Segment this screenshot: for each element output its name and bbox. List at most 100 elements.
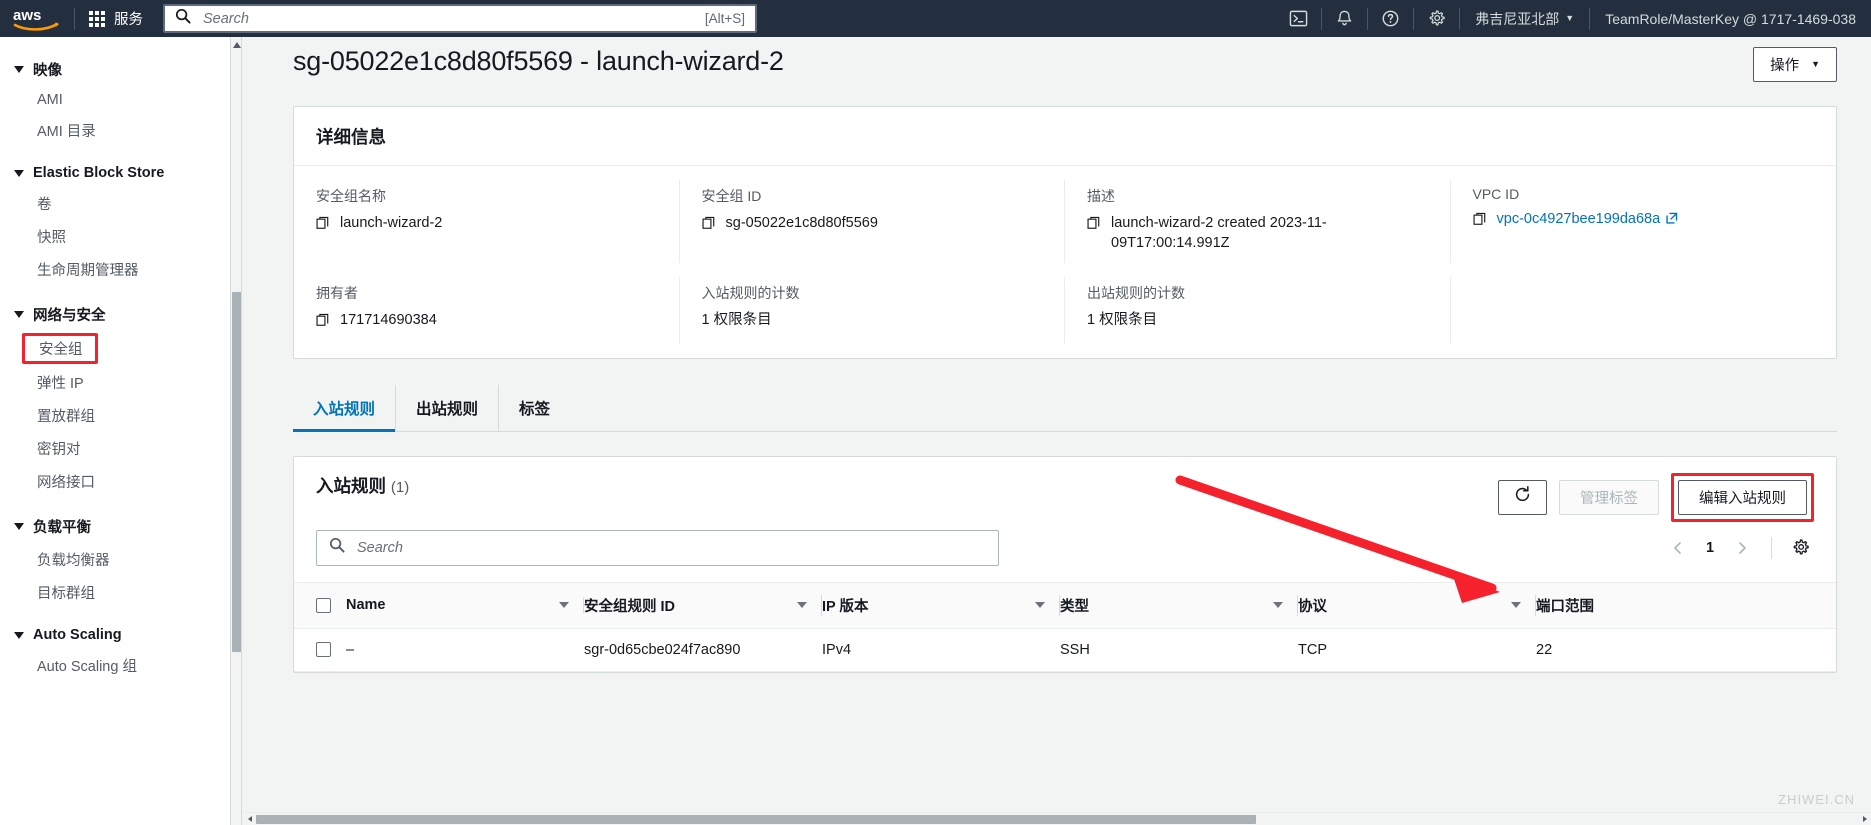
detail-field-security-group-name: 安全组名称 launch-wizard-2	[294, 180, 680, 264]
detail-value: 171714690384	[340, 312, 437, 329]
detail-value-wrapper: 1 权限条目	[1087, 311, 1428, 331]
detail-field-outbound-rules-count: 出站规则的计数 1 权限条目	[1065, 277, 1451, 344]
sidebar-item-elastic-ips[interactable]: 弹性 IP	[0, 366, 230, 399]
search-shortcut-hint: [Alt+S]	[704, 11, 745, 26]
sort-descending-icon[interactable]	[1035, 602, 1045, 609]
settings-icon[interactable]	[1414, 0, 1459, 37]
column-label: IP 版本	[822, 598, 869, 615]
copy-icon[interactable]	[1472, 212, 1487, 233]
copy-icon[interactable]	[1087, 216, 1101, 237]
detail-field-security-group-id: 安全组 ID sg-05022e1c8d80f5569	[680, 180, 1065, 264]
sort-descending-icon[interactable]	[1273, 602, 1283, 609]
grid-icon	[89, 10, 105, 27]
refresh-button[interactable]	[1498, 479, 1547, 515]
top-navigation-bar: aws 服务 [Alt+S]	[0, 0, 1871, 37]
table-header-ip-version[interactable]: IP 版本	[822, 581, 1060, 629]
sidebar-item-auto-scaling-groups[interactable]: Auto Scaling 组	[0, 649, 230, 682]
sort-descending-icon[interactable]	[559, 602, 569, 609]
main-content: sg-05022e1c8d80f5569 - launch-wizard-2 操…	[243, 37, 1871, 825]
page-title: sg-05022e1c8d80f5569 - launch-wizard-2	[293, 46, 784, 76]
sidebar-scrollbar-thumb[interactable]	[232, 292, 241, 652]
rules-search-box[interactable]	[316, 529, 999, 566]
watermark: ZHIWEI.CN	[1778, 792, 1855, 807]
help-icon[interactable]	[1368, 0, 1413, 37]
chevron-down-icon: ▼	[1811, 59, 1820, 69]
select-all-checkbox[interactable]	[316, 597, 331, 613]
tab-outbound-rules[interactable]: 出站规则	[396, 384, 500, 431]
cell-type: SSH	[1060, 628, 1298, 672]
pagination: 1	[1663, 533, 1814, 563]
sidebar-group-load-balancing[interactable]: 负载平衡	[0, 510, 230, 543]
actions-button[interactable]: 操作 ▼	[1753, 47, 1837, 82]
sidebar-group-ebs[interactable]: Elastic Block Store	[0, 159, 230, 187]
aws-logo[interactable]: aws	[0, 0, 74, 37]
tab-inbound-rules[interactable]: 入站规则	[293, 384, 397, 432]
detail-label: 出站规则的计数	[1087, 285, 1185, 302]
cloudshell-icon[interactable]	[1276, 0, 1321, 37]
pagination-prev-button[interactable]	[1663, 533, 1693, 563]
sidebar-item-snapshots[interactable]: 快照	[0, 220, 230, 253]
sidebar-item-security-groups[interactable]: 安全组	[22, 333, 98, 364]
table-header-type[interactable]: 类型	[1060, 581, 1298, 629]
sidebar-group-label: Auto Scaling	[33, 627, 122, 643]
detail-value-vpc-link[interactable]: vpc-0c4927bee199da68a	[1497, 211, 1661, 227]
table-preferences-gear-icon[interactable]	[1786, 534, 1814, 562]
copy-icon[interactable]	[316, 313, 330, 334]
sidebar-group-images[interactable]: 映像	[0, 53, 230, 86]
details-grid-row-1: 安全组名称 launch-wizard-2 安全组 ID sg-05022e1c…	[294, 166, 1836, 277]
cell-rule-id: sgr-0d65cbe024f7ac890	[584, 628, 822, 672]
global-search-input[interactable]	[201, 9, 705, 28]
sidebar-item-network-interfaces[interactable]: 网络接口	[0, 465, 230, 498]
table-header-protocol[interactable]: 协议	[1298, 581, 1536, 629]
inbound-rules-toolbar: 1	[294, 522, 1836, 582]
copy-icon[interactable]	[316, 216, 330, 237]
pagination-next-button[interactable]	[1727, 533, 1757, 563]
tab-tags[interactable]: 标签	[499, 385, 570, 431]
horizontal-scrollbar[interactable]	[243, 812, 1871, 825]
manage-tags-button: 管理标签	[1559, 479, 1659, 515]
sidebar-item-placement-groups[interactable]: 置放群组	[0, 399, 230, 432]
services-menu-button[interactable]: 服务	[75, 0, 157, 37]
detail-label: 安全组名称	[316, 188, 386, 204]
sidebar-item-target-groups[interactable]: 目标群组	[0, 576, 230, 609]
table-header-name[interactable]: Name	[346, 581, 584, 629]
bell-icon[interactable]	[1322, 0, 1367, 37]
sidebar-item-load-balancers[interactable]: 负载均衡器	[0, 543, 230, 576]
region-selector[interactable]: 弗吉尼亚北部 ▼	[1460, 0, 1589, 37]
external-link-icon	[1665, 212, 1678, 232]
rules-search-input[interactable]	[355, 538, 986, 557]
column-label: 类型	[1060, 598, 1089, 615]
horizontal-scrollbar-thumb[interactable]	[256, 814, 1256, 824]
scroll-right-arrow-icon[interactable]	[1858, 813, 1871, 825]
sidebar-item-ami-catalog[interactable]: AMI 目录	[0, 114, 230, 147]
edit-inbound-rules-button[interactable]: 编辑入站规则	[1678, 479, 1807, 515]
region-label: 弗吉尼亚北部	[1475, 10, 1560, 27]
sort-descending-icon[interactable]	[797, 602, 807, 609]
sort-descending-icon[interactable]	[1511, 602, 1521, 609]
detail-value-wrapper: 171714690384	[316, 311, 657, 334]
scroll-up-arrow-icon[interactable]	[233, 42, 241, 48]
pagination-page-1[interactable]: 1	[1697, 540, 1723, 556]
sidebar-group-auto-scaling[interactable]: Auto Scaling	[0, 621, 230, 649]
sidebar-item-key-pairs[interactable]: 密钥对	[0, 432, 230, 465]
sidebar-item-ami[interactable]: AMI	[0, 86, 230, 114]
actions-label: 操作	[1770, 58, 1800, 74]
horizontal-scrollbar-track[interactable]	[256, 813, 1858, 825]
global-search-box[interactable]: [Alt+S]	[163, 4, 757, 33]
sidebar-scrollbar[interactable]	[231, 37, 242, 825]
sidebar-group-network-security[interactable]: 网络与安全	[0, 298, 230, 331]
sidebar-item-lifecycle-manager[interactable]: 生命周期管理器	[0, 253, 230, 286]
sidebar-item-volumes[interactable]: 卷	[0, 187, 230, 220]
row-checkbox[interactable]	[316, 642, 331, 658]
table-select-all-header	[294, 581, 346, 629]
table-row[interactable]: – sgr-0d65cbe024f7ac890 IPv4 SSH TCP 22	[294, 628, 1836, 672]
inbound-rules-header: 入站规则 (1) 管理标签 编辑入站规则	[294, 457, 1836, 522]
account-menu-button[interactable]: TeamRole/MasterKey @ 1717-1469-038	[1590, 0, 1871, 37]
detail-label: 拥有者	[316, 285, 358, 302]
scroll-left-arrow-icon[interactable]	[243, 813, 256, 825]
table-header-rule-id[interactable]: 安全组规则 ID	[584, 581, 822, 629]
copy-icon[interactable]	[701, 216, 716, 237]
sidebar-group-label: 映像	[33, 63, 62, 79]
inbound-rules-count: (1)	[390, 478, 410, 496]
